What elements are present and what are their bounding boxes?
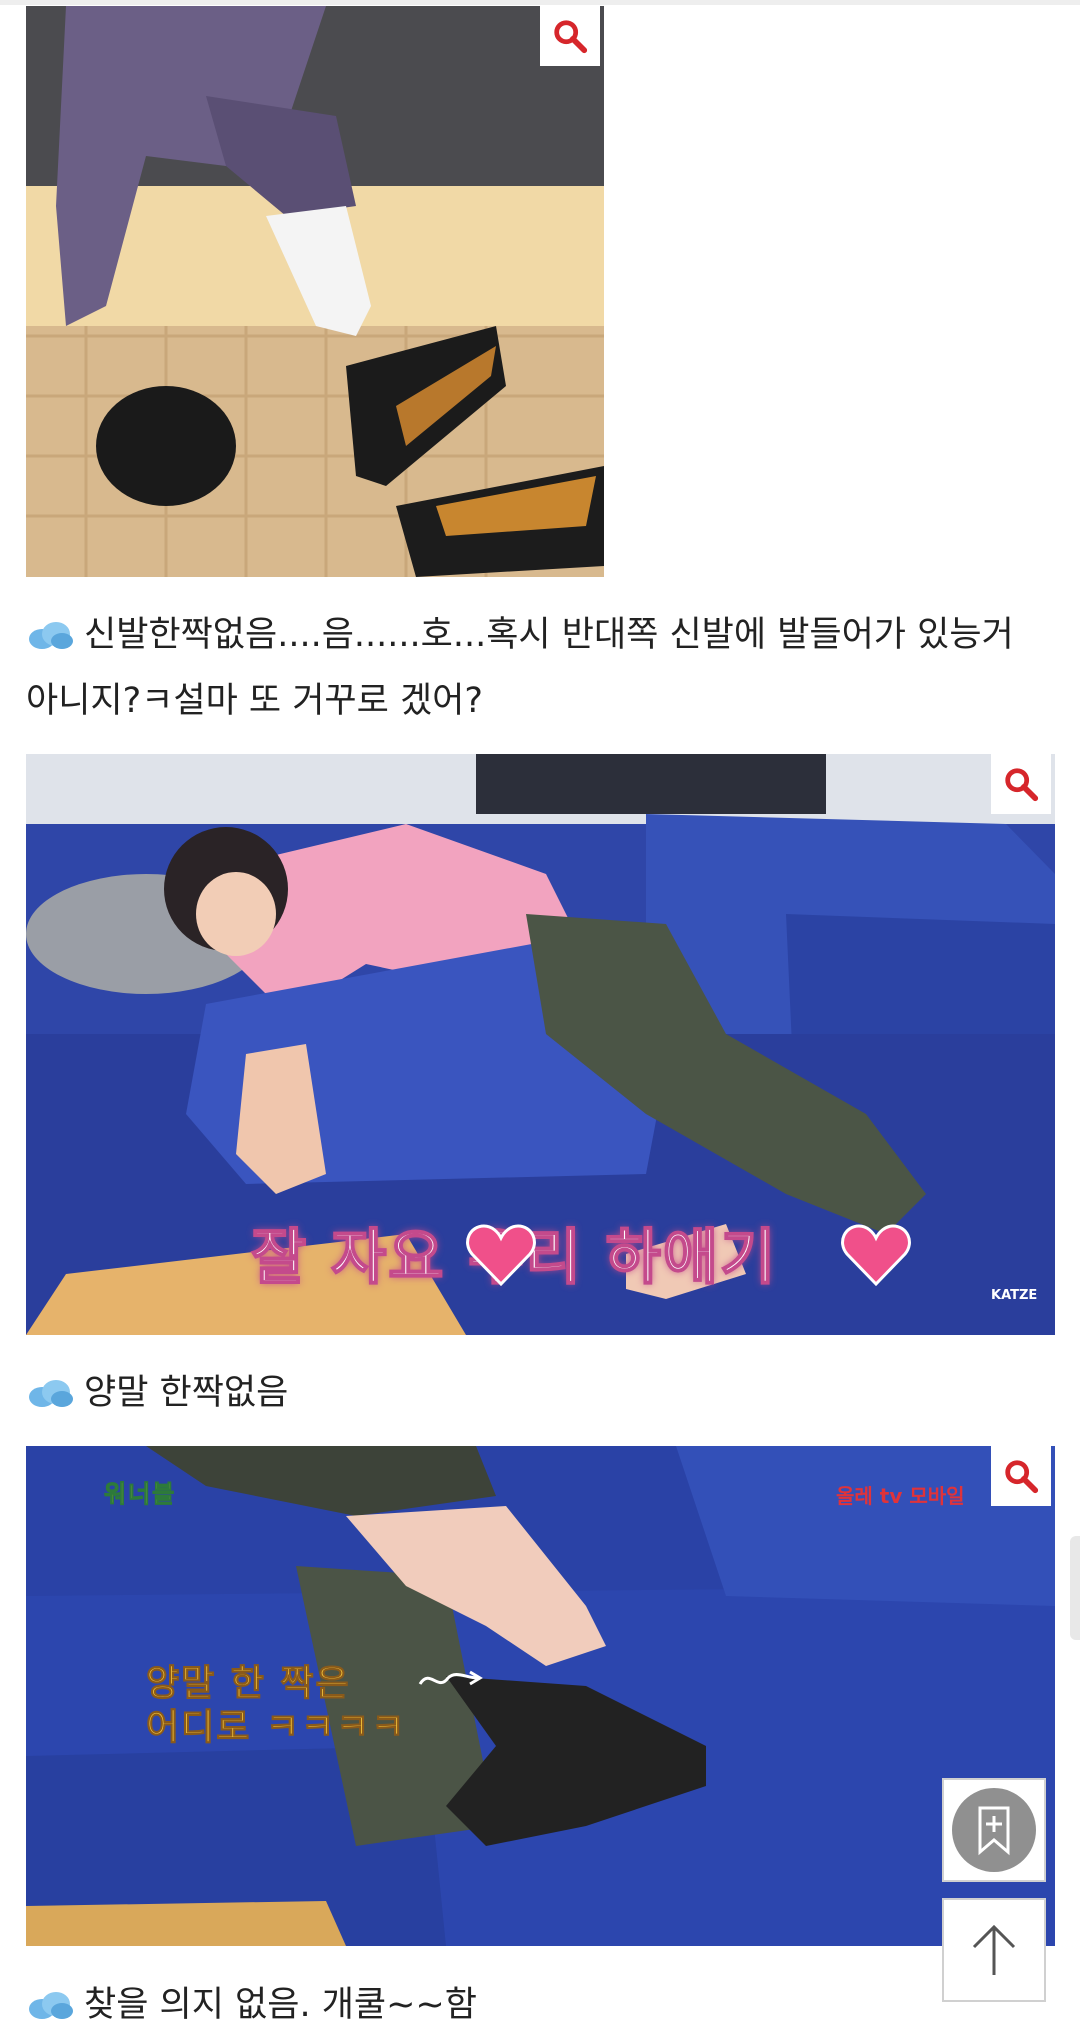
- arrow-up-icon: [972, 1924, 1016, 1975]
- zoom-button[interactable]: [991, 754, 1051, 814]
- post-image-2[interactable]: 잘 자요 우리 하애기 KATZE: [26, 754, 1055, 1335]
- bookmark-add-button[interactable]: [942, 1778, 1046, 1882]
- caption-1-line-1: 신발한짝없음....음......호...혹시 반대쪽 신발에 발들어가 있능거: [84, 615, 1014, 655]
- heart-icon: [466, 1224, 536, 1286]
- caption-1: 신발한짝없음....음......호...혹시 반대쪽 신발에 발들어가 있능거…: [26, 602, 1026, 734]
- caption-1-line-2: 아니지?ㅋ설마 또 거꾸로 겠어?: [26, 681, 483, 721]
- zoom-button[interactable]: [991, 1446, 1051, 1506]
- heart-icon: [841, 1224, 911, 1286]
- caption-3: 찾을 의지 없음. 개쿨~~함: [26, 1972, 1026, 2038]
- magnifier-icon: [1005, 1460, 1039, 1494]
- scrollbar-handle[interactable]: [1070, 1536, 1080, 1640]
- image1-illustration: [26, 6, 604, 577]
- magnifier-icon: [554, 20, 588, 54]
- image2-watermark: KATZE: [991, 1288, 1038, 1303]
- caption-2: 양말 한짝없음: [26, 1360, 1026, 1426]
- caption-2-text: 양말 한짝없음: [84, 1373, 289, 1413]
- caption-3-text: 찾을 의지 없음. 개쿨~~함: [84, 1985, 477, 2025]
- cloud-icon: [29, 1992, 73, 2019]
- post-image-1[interactable]: [26, 6, 604, 577]
- top-divider: [0, 0, 1080, 5]
- arrow-squiggle-icon: [418, 1670, 483, 1686]
- zoom-button[interactable]: [540, 6, 600, 66]
- magnifier-icon: [1005, 768, 1039, 802]
- bookmark-add-icon: [952, 1788, 1036, 1872]
- image3-logo: 워너블: [103, 1480, 177, 1509]
- image3-channel: 올레 tv 모바일: [836, 1484, 965, 1508]
- image3-overlay-line-2: 어디로 ㅋㅋㅋㅋ: [145, 1707, 407, 1749]
- scroll-top-button[interactable]: [942, 1898, 1046, 2002]
- cloud-icon: [29, 1380, 73, 1407]
- cloud-icon: [29, 622, 73, 649]
- post-image-3[interactable]: 워너블 올레 tv 모바일 양말 한 짝은 어디로 ㅋㅋㅋㅋ: [26, 1446, 1055, 1946]
